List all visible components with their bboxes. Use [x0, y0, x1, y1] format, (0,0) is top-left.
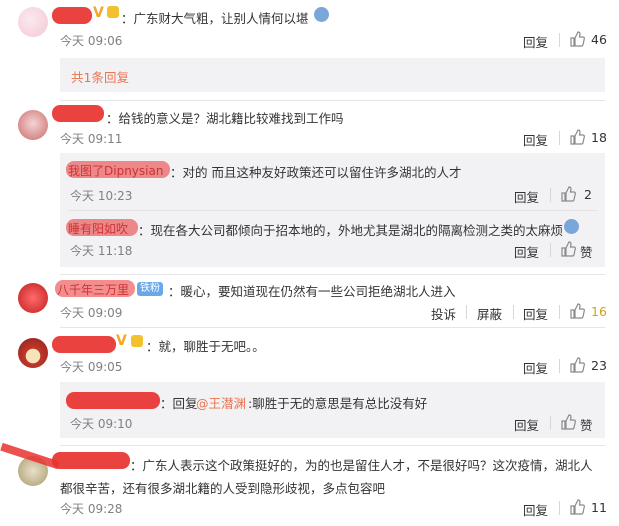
- comment-text: ：就，聊胜于无吧。。: [146, 339, 265, 354]
- username[interactable]: 八千年三万里: [57, 281, 129, 298]
- reply-button[interactable]: 回复: [523, 304, 548, 323]
- divider: [550, 243, 551, 257]
- comment-text-line2: 都很辛苦，还有很多湖北籍的人受到隐形歧视，多点包容吧: [60, 481, 386, 496]
- emoji-icon: [564, 219, 579, 234]
- comment-time: 今天 09:06: [60, 34, 123, 48]
- reply-box: 共1条回复: [60, 58, 605, 92]
- reply-username[interactable]: 睡有阳如吹: [68, 220, 128, 237]
- verified-badge-icon: V: [93, 5, 104, 21]
- reply-button[interactable]: 回复: [514, 187, 539, 206]
- like-icon[interactable]: [569, 499, 585, 515]
- comment-text: ：给钱的意义是？湖北籍比较难找到工作吗: [106, 111, 344, 126]
- divider: [60, 327, 605, 328]
- divider: [60, 445, 605, 446]
- avatar[interactable]: [18, 110, 48, 140]
- divider: [559, 131, 560, 145]
- comment-time: 今天 09:28: [60, 502, 123, 516]
- report-button[interactable]: 投诉: [431, 304, 456, 323]
- reply-time: 今天 11:18: [70, 244, 133, 258]
- reply-box: ：回复 @王潜渊 :聊胜于无的意思是有总比没有好 今天 09:10 回复 赞: [60, 382, 605, 438]
- divider: [60, 100, 605, 101]
- member-crown-icon: [107, 6, 119, 18]
- like-count: 16: [591, 304, 607, 319]
- reply-button[interactable]: 回复: [523, 500, 548, 519]
- avatar[interactable]: [18, 283, 48, 313]
- reply-prefix: ：回复: [160, 396, 198, 411]
- like-count: 23: [591, 358, 607, 373]
- divider: [550, 416, 551, 430]
- divider: [559, 305, 560, 319]
- comment-text: ：暖心，要知道现在仍然有一些公司拒绝湖北人进入: [168, 284, 456, 299]
- reply-text: :聊胜于无的意思是有总比没有好: [248, 396, 428, 411]
- comment-time: 今天 09:11: [60, 132, 123, 146]
- divider: [559, 501, 560, 515]
- redacted-username[interactable]: [52, 336, 116, 353]
- reply-button[interactable]: 回复: [514, 415, 539, 434]
- fan-badge: 铁粉: [137, 282, 163, 296]
- verified-badge-icon: V: [116, 333, 127, 349]
- member-crown-icon: [131, 335, 143, 347]
- like-count: 2: [584, 187, 592, 202]
- redacted-username[interactable]: [52, 7, 92, 24]
- comment-text-line1: ：广东人表示这个政策挺好的，为的也是留住人才，不是很好吗？这次疫情，湖北人: [130, 458, 593, 473]
- divider: [559, 33, 560, 47]
- like-icon[interactable]: [560, 241, 576, 257]
- reply-username[interactable]: 我图了Dipnysian: [68, 162, 163, 179]
- like-count: 11: [591, 500, 607, 515]
- divider: [559, 359, 560, 373]
- reply-box: 我图了Dipnysian ：对的 而且这种友好政策还可以留住许多湖北的人才 今天…: [60, 153, 605, 267]
- like-count: 46: [591, 32, 607, 47]
- divider: [466, 305, 467, 319]
- reply-time: 今天 09:10: [70, 417, 133, 431]
- divider: [60, 274, 605, 275]
- like-icon[interactable]: [560, 186, 576, 202]
- redacted-username[interactable]: [52, 452, 130, 469]
- redacted-username[interactable]: [52, 105, 104, 122]
- like-icon[interactable]: [560, 414, 576, 430]
- like-icon[interactable]: [569, 357, 585, 373]
- divider: [550, 188, 551, 202]
- like-count: 18: [591, 130, 607, 145]
- reply-button[interactable]: 回复: [514, 242, 539, 261]
- reply-button[interactable]: 回复: [523, 358, 548, 377]
- comment-time: 今天 09:05: [60, 360, 123, 374]
- like-label: 赞: [580, 418, 593, 433]
- like-icon[interactable]: [569, 303, 585, 319]
- avatar[interactable]: [18, 7, 48, 37]
- divider: [513, 305, 514, 319]
- like-label: 赞: [580, 245, 593, 260]
- more-replies-link[interactable]: 共1条回复: [71, 67, 129, 86]
- like-icon[interactable]: [569, 129, 585, 145]
- avatar[interactable]: [18, 338, 48, 368]
- comment-time: 今天 09:09: [60, 306, 123, 320]
- divider: [68, 210, 598, 211]
- reply-text: ：对的 而且这种友好政策还可以留住许多湖北的人才: [170, 165, 462, 180]
- emoji-icon: [314, 7, 329, 22]
- block-button[interactable]: 屏蔽: [477, 304, 502, 323]
- reply-button[interactable]: 回复: [523, 130, 548, 149]
- redacted-username[interactable]: [66, 392, 160, 409]
- reply-text: ：现在各大公司都倾向于招本地的，外地尤其是湖北的隔离检测之类的太麻烦: [138, 223, 564, 238]
- reply-button[interactable]: 回复: [523, 32, 548, 51]
- reply-time: 今天 10:23: [70, 189, 133, 203]
- like-icon[interactable]: [569, 31, 585, 47]
- comment-text: ：广东财大气粗，让别人情何以堪: [121, 11, 309, 26]
- mention-link[interactable]: @王潜渊: [196, 393, 246, 412]
